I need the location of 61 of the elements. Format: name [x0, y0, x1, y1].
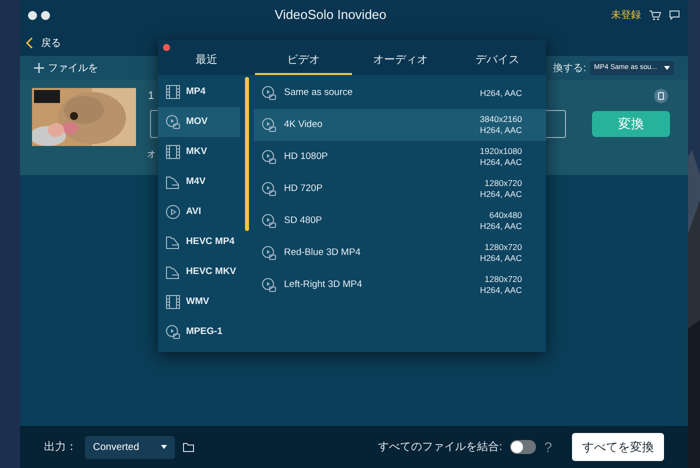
film-icon	[166, 85, 180, 99]
film-icon	[166, 145, 180, 159]
format-item[interactable]: MP4	[158, 77, 240, 107]
preset-item[interactable]: Left-Right 3D MP4 1280x720 H264, AAC	[254, 269, 546, 301]
caret-down-icon	[664, 66, 670, 70]
video-file-icon	[166, 325, 180, 339]
merge-label: すべてのファイルを結合:	[378, 440, 502, 455]
video-file-icon	[262, 214, 276, 228]
window-minimize-button[interactable]	[41, 10, 50, 20]
window-close-button[interactable]	[28, 10, 37, 20]
option-label: オ	[147, 148, 156, 161]
file-name: 1	[148, 89, 154, 104]
format-item[interactable]: M4V	[158, 167, 240, 197]
cart-icon[interactable]	[649, 10, 661, 20]
preset-item[interactable]: Same as source H264, AAC	[254, 77, 546, 109]
register-link[interactable]: 未登録	[611, 8, 641, 22]
format-item[interactable]: WMV	[158, 287, 240, 317]
caret-down-icon	[161, 445, 167, 449]
format-tab[interactable]: デバイス	[449, 50, 546, 75]
format-item[interactable]: HEVC MP4	[158, 227, 240, 257]
format-tab[interactable]: ビデオ	[255, 50, 352, 75]
video-file-icon	[262, 86, 276, 100]
folder-file-icon	[166, 235, 180, 249]
convert-all-button[interactable]: すべてを変換	[572, 433, 664, 461]
output-label: 出力：	[44, 440, 77, 455]
preset-item[interactable]: SD 480P 640x480 H264, AAC	[254, 205, 546, 237]
back-button[interactable]: 戻る	[26, 36, 61, 50]
format-item[interactable]: MKV	[158, 137, 240, 167]
merge-toggle[interactable]	[510, 440, 536, 454]
film-icon	[166, 295, 180, 309]
chat-icon[interactable]	[669, 10, 680, 20]
format-item[interactable]: MPEG-1	[158, 317, 240, 347]
play-icon	[166, 205, 180, 219]
output-folder-dropdown[interactable]: Converted	[85, 436, 175, 458]
window-title: VideoSolo Inovideo	[274, 6, 388, 24]
popup-close-button[interactable]	[163, 44, 170, 51]
add-files-button[interactable]: ファイルを	[34, 60, 98, 76]
plus-icon	[34, 63, 44, 73]
convert-to-label: 換する:	[553, 62, 586, 76]
format-tab[interactable]: オーディオ	[352, 50, 449, 75]
folder-icon[interactable]	[183, 442, 194, 452]
trash-icon[interactable]	[654, 89, 668, 103]
format-item[interactable]: AVI	[158, 197, 240, 227]
video-file-icon	[262, 278, 276, 292]
format-item[interactable]: MOV	[158, 107, 240, 137]
scrollbar-thumb[interactable]	[245, 77, 249, 231]
preset-item[interactable]: 4K Video 3840x2160 H264, AAC	[254, 109, 546, 141]
folder-file-icon	[166, 265, 180, 279]
video-file-icon	[262, 118, 276, 132]
video-file-icon	[262, 182, 276, 196]
help-icon[interactable]: ?	[544, 436, 552, 458]
folder-file-icon	[166, 175, 180, 189]
video-file-icon	[262, 150, 276, 164]
preset-item[interactable]: HD 720P 1280x720 H264, AAC	[254, 173, 546, 205]
preset-item[interactable]: HD 1080P 1920x1080 H264, AAC	[254, 141, 546, 173]
chevron-left-icon	[26, 37, 33, 49]
format-tab[interactable]: 最近	[158, 50, 255, 75]
preset-item[interactable]: Red-Blue 3D MP4 1280x720 H264, AAC	[254, 237, 546, 269]
video-file-icon	[166, 115, 180, 129]
video-file-icon	[262, 246, 276, 260]
format-item[interactable]: HEVC MKV	[158, 257, 240, 287]
